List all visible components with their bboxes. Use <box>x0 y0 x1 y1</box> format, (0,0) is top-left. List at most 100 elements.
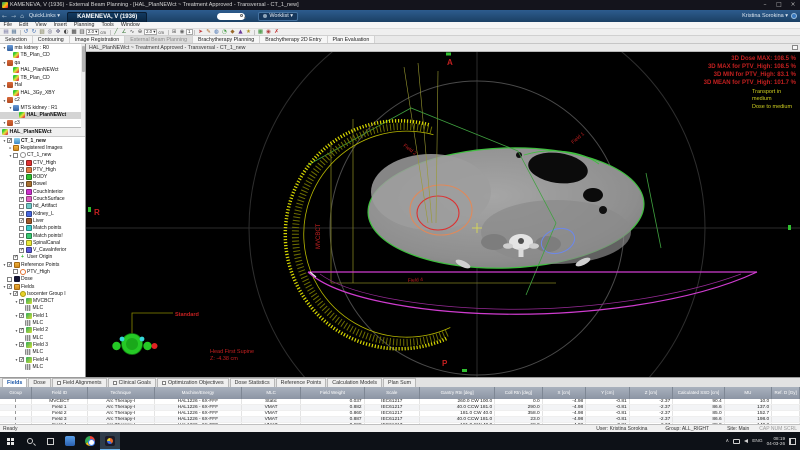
angle-icon[interactable]: ∠ <box>120 29 128 36</box>
menu-planning[interactable]: Planning <box>70 22 98 29</box>
tree-item-field-1[interactable]: ▾Field 1 <box>0 312 85 319</box>
column-header-mlc[interactable]: MLC <box>241 387 302 399</box>
column-header-z-cm[interactable]: Z [cm] <box>629 387 674 399</box>
refresh-icon[interactable]: ⊞ <box>170 29 178 36</box>
column-header-machine-energy[interactable]: Machine/Energy <box>154 387 242 399</box>
tree-item-c2[interactable]: ▾ c2 <box>0 97 85 105</box>
visibility-checkbox[interactable] <box>19 167 24 173</box>
tree-item-mlc[interactable]: MLC <box>0 363 85 370</box>
visibility-checkbox[interactable] <box>19 298 24 304</box>
zoom-icon[interactable]: ◎ <box>46 29 54 36</box>
tree-item-ct-1-new[interactable]: ▾CT_1_new <box>0 137 85 144</box>
tree-item-hal-plannewct[interactable]: HAL_PlanNEWct <box>0 67 85 75</box>
menu-view[interactable]: View <box>32 22 50 29</box>
tree-item-user-origin[interactable]: +User Origin <box>0 254 85 261</box>
column-header-technique[interactable]: Technique <box>87 387 155 399</box>
undo-icon[interactable]: ↺ <box>22 29 30 36</box>
tree-item-hal[interactable]: ▾ Hal <box>0 82 85 90</box>
tree-item-tb-plan-cd[interactable]: TB_Plan_CD <box>0 52 85 60</box>
tab-checkbox[interactable] <box>56 381 61 385</box>
redo-icon[interactable]: ↻ <box>30 29 38 36</box>
visibility-checkbox[interactable] <box>13 291 18 297</box>
visibility-checkbox[interactable] <box>19 327 24 333</box>
tree-item-couchsurface[interactable]: CouchSurface <box>0 195 85 203</box>
eye-icon[interactable]: ◍ <box>213 29 221 36</box>
column-header-gantry-rtn-deg[interactable]: Gantry Rtn [deg] <box>419 387 496 399</box>
search-input[interactable] <box>217 12 246 20</box>
tree-item-match-points[interactable]: Match points <box>0 225 85 232</box>
tree-item-body[interactable]: BODY <box>0 173 85 181</box>
column-header-scale[interactable]: Scale <box>364 387 420 399</box>
tree-item-bowel[interactable]: Bowel <box>0 181 85 188</box>
workspace-tab-brachytherapy-planning[interactable]: Brachytherapy Planning <box>193 36 261 43</box>
tree-item-field-2[interactable]: ▾Field 2 <box>0 327 85 334</box>
visibility-checkbox[interactable] <box>13 269 18 275</box>
visibility-checkbox[interactable] <box>13 254 18 260</box>
window-level-icon[interactable]: ◐ <box>62 29 70 36</box>
close-plan-icon[interactable]: ✗ <box>273 29 281 36</box>
tab-checkbox[interactable] <box>161 381 166 385</box>
tree-item-mlc[interactable]: MLC <box>0 349 85 356</box>
worklist-dropdown[interactable]: Worklist ▾ <box>258 11 299 21</box>
column-header-field-weight[interactable]: Field Weight <box>300 387 365 399</box>
speaker-icon[interactable] <box>744 439 749 443</box>
tray-chevron-icon[interactable]: ∧ <box>726 438 730 444</box>
panel-tab-fields[interactable]: Fields <box>2 378 28 387</box>
tree-item-mts-kidney-r1[interactable]: ▾ MTS kidney : R1 <box>0 104 85 112</box>
tree-item-mlc[interactable]: MLC <box>0 319 85 327</box>
scrollbar-thumb[interactable] <box>81 46 85 72</box>
open-plan-icon[interactable]: ▤ <box>2 29 10 36</box>
column-header-calculated-ssd-cm[interactable]: Calculated SSD [cm] <box>672 387 725 399</box>
workspace-tab-selection[interactable]: Selection <box>0 36 33 43</box>
menu-tools[interactable]: Tools <box>98 22 117 29</box>
language-indicator[interactable]: ENG <box>752 439 762 444</box>
workspace-tab-external-beam-planning[interactable]: External Beam Planning <box>125 36 194 43</box>
tree-item-mts-kidney-r0[interactable]: ▾ mts kidney : R0 <box>0 44 85 52</box>
menu-insert[interactable]: Insert <box>50 22 70 29</box>
taskbar-search-icon[interactable] <box>20 432 40 450</box>
snapshot-icon[interactable]: ◉ <box>178 29 186 36</box>
visibility-checkbox[interactable] <box>19 218 24 224</box>
isodose-icon[interactable]: ◔ <box>221 29 229 36</box>
back-icon[interactable]: ← <box>2 13 7 20</box>
tree-item-field-4[interactable]: ▾Field 4 <box>0 356 85 363</box>
pointer-icon[interactable]: ➤ <box>197 29 205 36</box>
layout-icon[interactable]: ▦ <box>257 29 265 36</box>
visibility-checkbox[interactable] <box>13 152 18 158</box>
visibility-checkbox[interactable] <box>19 160 24 166</box>
visibility-checkbox[interactable] <box>19 240 24 246</box>
tree-item-ptv-high[interactable]: PTV_High <box>0 166 85 173</box>
panel-tab-plan-sum[interactable]: Plan Sum <box>383 378 416 387</box>
tree-item-hal-plannewct[interactable]: HAL_PlanNEWct <box>0 111 85 119</box>
slice-thickness-select[interactable]: 2.0 ▾ <box>86 29 100 35</box>
column-header-mu[interactable]: MU <box>724 387 773 399</box>
tree-item-ctv-high[interactable]: CTV_High <box>0 159 85 166</box>
tree-item-spinalcanal[interactable]: SpinalCanal <box>0 239 85 246</box>
world-icon[interactable]: ◉ <box>265 29 273 36</box>
task-view-icon[interactable] <box>40 432 60 450</box>
visibility-checkbox[interactable] <box>19 174 24 180</box>
taskbar-eclipse-icon[interactable] <box>100 432 120 450</box>
tree-item-dose[interactable]: Dose <box>0 276 85 283</box>
visibility-checkbox[interactable] <box>7 138 12 144</box>
viewport-restore-icon[interactable] <box>792 45 798 50</box>
ruler-icon[interactable]: ╱ <box>112 29 120 36</box>
taskbar-chrome-icon[interactable] <box>80 432 100 450</box>
tree-item-mvcbct[interactable]: ▾MVCBCT <box>0 298 85 305</box>
network-icon[interactable] <box>733 438 741 444</box>
visibility-checkbox[interactable] <box>19 247 24 253</box>
patient-context-tab[interactable]: KAMENEVA, V (1936) <box>67 12 148 22</box>
panel-tab-optimization-objectives[interactable]: Optimization Objectives <box>156 378 229 387</box>
beam-tool-icon[interactable]: ◆ <box>229 29 237 36</box>
ct-axial-viewport[interactable]: A R P 3D Dose MAX: 108.5 % 3D MAX for PT… <box>86 52 800 377</box>
user-menu[interactable]: Kristina Sorokina ▾ <box>742 13 788 19</box>
tree-item-qa[interactable]: ▾ qa <box>0 59 85 67</box>
draw-icon[interactable]: ✎ <box>205 29 213 36</box>
tree-item-fields[interactable]: ▾Fields <box>0 283 85 290</box>
workspace-tab-contouring[interactable]: Contouring <box>32 36 70 43</box>
menu-window[interactable]: Window <box>117 22 143 29</box>
tree-item-tb-plan-cd[interactable]: TB_Plan_CD <box>0 74 85 82</box>
column-header-group[interactable]: Group <box>0 387 33 399</box>
column-header-coll-rtn-deg[interactable]: Coll Rtn [deg] <box>494 387 543 399</box>
taskbar-app-1[interactable] <box>60 432 80 450</box>
